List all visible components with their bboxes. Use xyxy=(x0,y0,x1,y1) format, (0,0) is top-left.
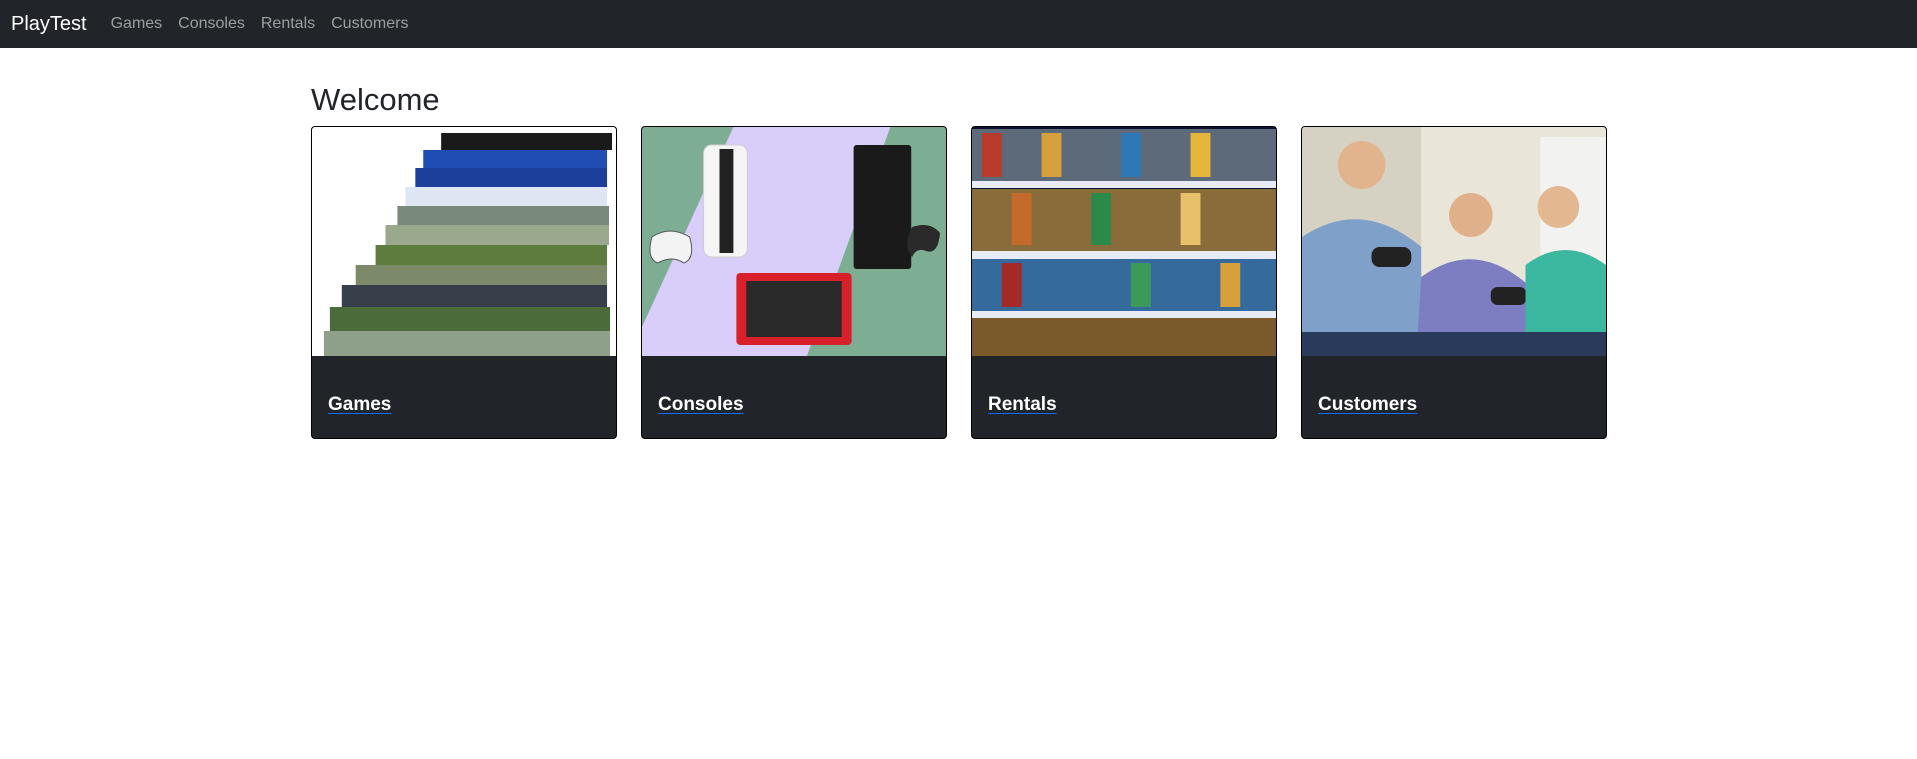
consoles-image xyxy=(642,127,946,356)
card-link-rentals[interactable]: Rentals xyxy=(988,394,1057,416)
card-rentals-footer: Rentals xyxy=(972,356,1276,438)
top-navbar: PlayTest Games Consoles Rentals Customer… xyxy=(0,0,1917,48)
game-shelf-image xyxy=(972,127,1276,356)
page-title: Welcome xyxy=(311,82,440,117)
card-games[interactable]: Games xyxy=(311,126,617,439)
nav-link-consoles[interactable]: Consoles xyxy=(178,15,245,33)
nav-link-customers[interactable]: Customers xyxy=(331,15,408,33)
card-link-games[interactable]: Games xyxy=(328,394,391,416)
card-customers-footer: Customers xyxy=(1302,356,1606,438)
nav-link-games[interactable]: Games xyxy=(111,15,163,33)
card-customers[interactable]: Customers xyxy=(1301,126,1607,439)
card-rentals[interactable]: Rentals xyxy=(971,126,1277,439)
card-consoles-footer: Consoles xyxy=(642,356,946,438)
game-case-stack-image xyxy=(312,127,616,356)
nav-link-rentals[interactable]: Rentals xyxy=(261,15,315,33)
gamers-playing-image xyxy=(1302,127,1606,356)
card-games-footer: Games xyxy=(312,356,616,438)
card-link-consoles[interactable]: Consoles xyxy=(658,394,744,416)
main-content: Welcome xyxy=(311,80,440,120)
card-link-customers[interactable]: Customers xyxy=(1318,394,1417,416)
card-grid: Games Consoles Rentals Customers xyxy=(311,126,1607,439)
card-consoles[interactable]: Consoles xyxy=(641,126,947,439)
brand-link[interactable]: PlayTest xyxy=(11,13,87,36)
